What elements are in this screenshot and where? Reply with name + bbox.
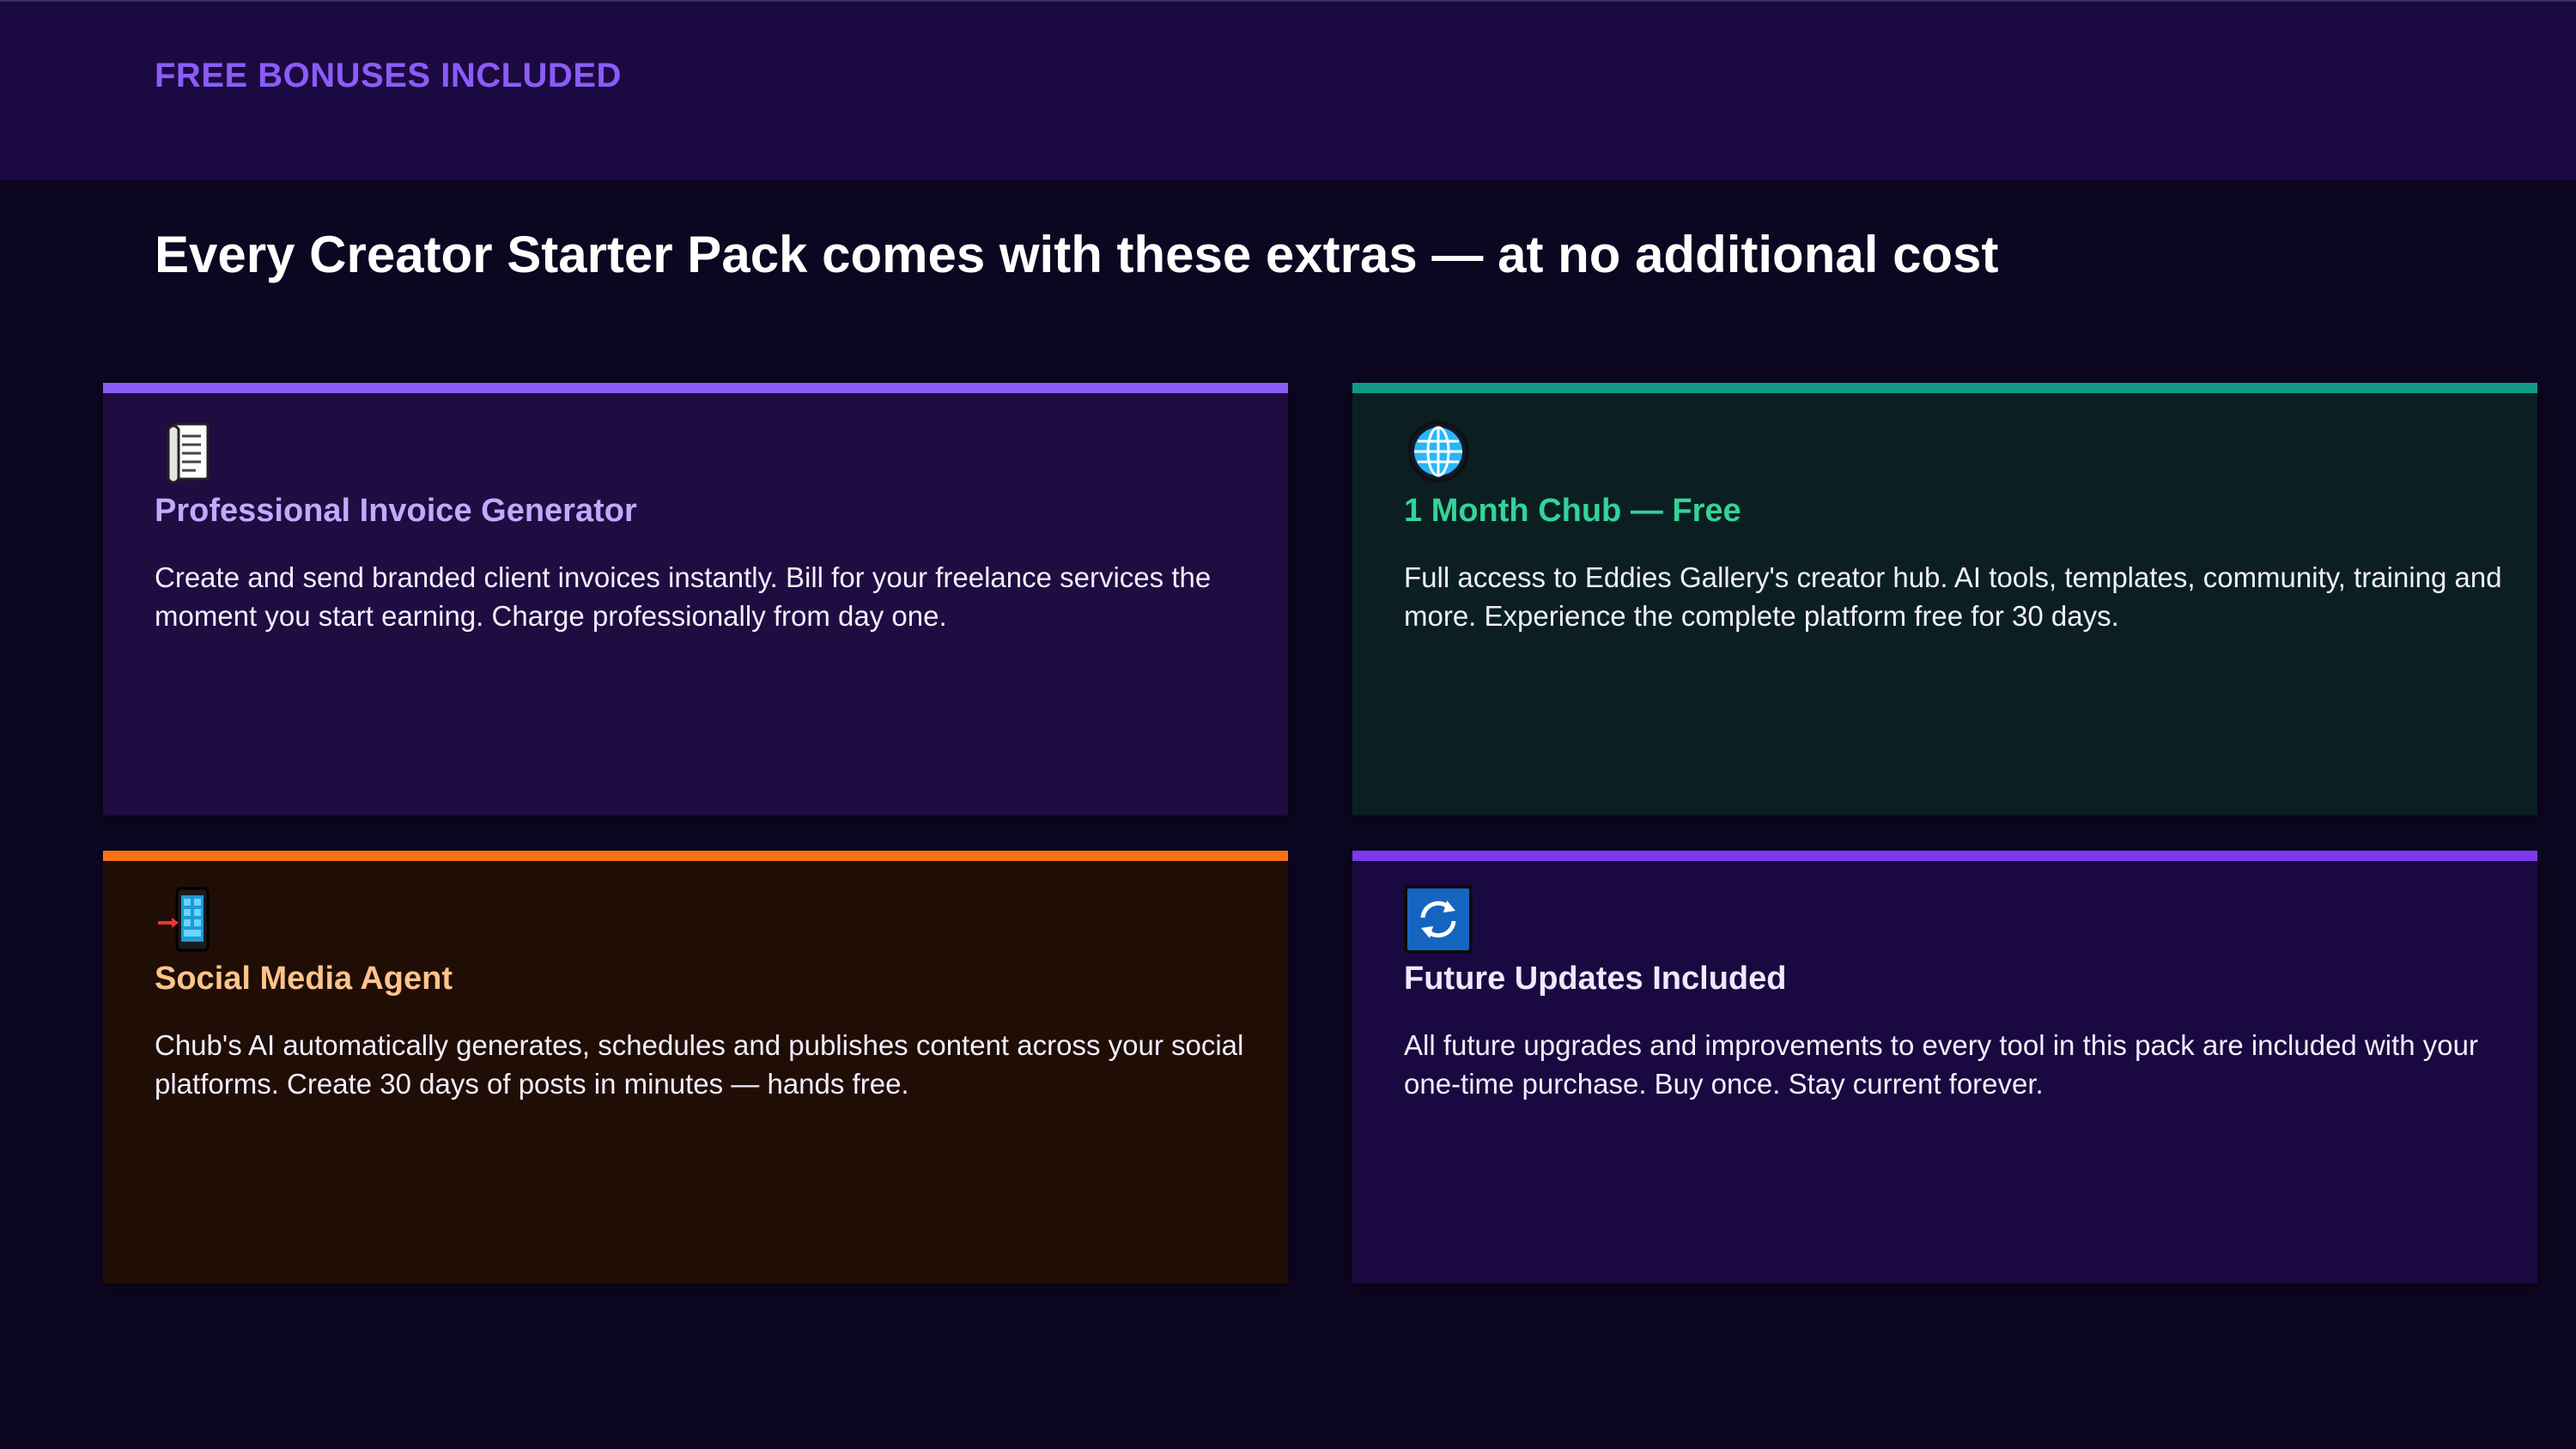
mobile-phone-arrow-icon (155, 885, 223, 954)
refresh-icon (1404, 885, 1473, 954)
section-label: FREE BONUSES INCLUDED (155, 57, 622, 94)
receipt-icon (155, 417, 223, 486)
bonus-card-future-updates: Future Updates Included All future upgra… (1352, 851, 2537, 1283)
card-description: All future upgrades and improvements to … (1404, 1029, 2478, 1100)
bonus-card-invoice-generator: Professional Invoice Generator Create an… (103, 383, 1288, 815)
card-description: Create and send branded client invoices … (155, 561, 1212, 632)
bonus-card-social-media-agent: Social Media Agent Chub's AI automatical… (103, 851, 1288, 1283)
globe-icon (1404, 417, 1473, 486)
card-description: Full access to Eddies Gallery's creator … (1404, 561, 2502, 632)
card-accent-bar (103, 383, 1288, 393)
card-accent-bar (1352, 851, 2537, 861)
card-description: Chub's AI automatically generates, sched… (155, 1029, 1244, 1100)
card-accent-bar (103, 851, 1288, 861)
card-title: Social Media Agent (155, 961, 453, 997)
top-band: FREE BONUSES INCLUDED (0, 0, 2576, 180)
card-accent-bar (1352, 383, 2537, 393)
card-title: Professional Invoice Generator (155, 493, 637, 529)
card-title: Future Updates Included (1404, 961, 1787, 997)
page-headline: Every Creator Starter Pack comes with th… (155, 226, 1999, 283)
card-title: 1 Month Chub — Free (1404, 493, 1741, 529)
bonus-card-chub-trial: 1 Month Chub — Free Full access to Eddie… (1352, 383, 2537, 815)
